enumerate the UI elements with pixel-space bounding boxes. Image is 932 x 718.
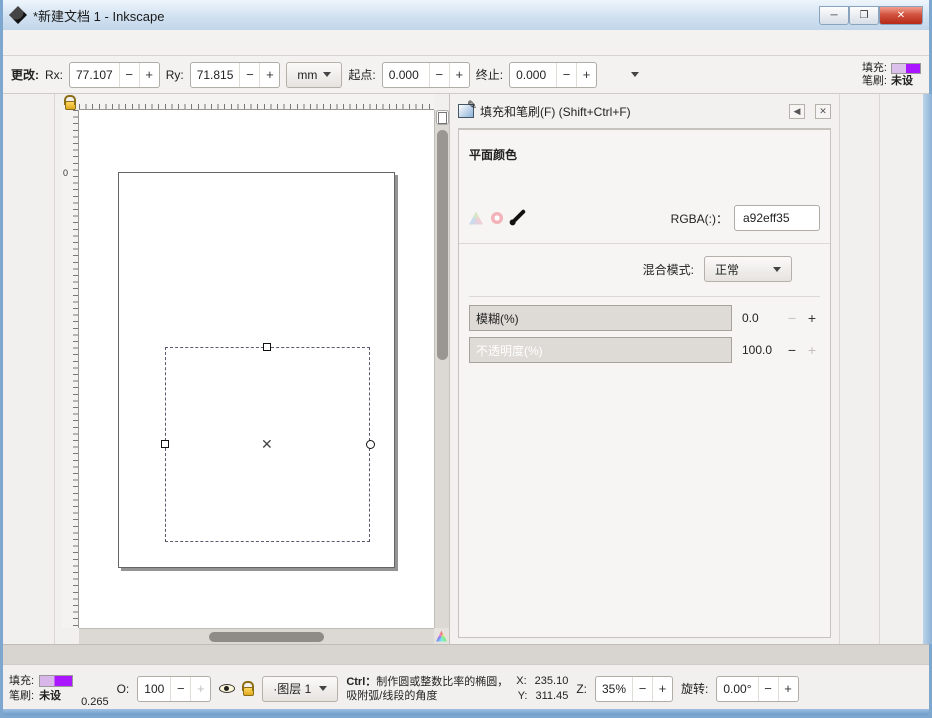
window-edge — [923, 94, 932, 644]
change-label: 更改: — [11, 66, 39, 83]
start-minus-button[interactable]: − — [429, 63, 449, 87]
start-plus-button[interactable]: + — [449, 63, 469, 87]
vertical-scroll-thumb[interactable] — [437, 130, 448, 360]
drawing-canvas[interactable]: ✕ — [79, 110, 434, 628]
end-plus-button[interactable]: + — [576, 63, 596, 87]
color-wheel-icon[interactable] — [469, 212, 483, 225]
ellipse-shape[interactable] — [146, 243, 294, 315]
vertical-scrollbar[interactable] — [434, 110, 449, 628]
window-edge — [3, 709, 929, 715]
maximize-button[interactable]: ❐ — [849, 6, 879, 25]
opacity-label: O: — [117, 682, 130, 696]
unit-dropdown[interactable]: mm — [286, 62, 342, 88]
rx-plus-button[interactable]: + — [139, 63, 159, 87]
guide-lock-icon[interactable] — [62, 94, 79, 110]
fill-stroke-dialog: 填充和笔刷(F) (Shift+Ctrl+F) ◀ ✕ 平面颜色 — [449, 94, 839, 644]
opacity-plus-button[interactable]: + — [190, 677, 210, 701]
canvas-area: 0 ✕ — [56, 94, 449, 644]
cursor-coordinates: X:235.10 Y:311.45 — [516, 674, 568, 704]
resize-handle-top[interactable] — [263, 343, 271, 351]
toolbar-overflow-icon[interactable] — [631, 72, 639, 77]
color-swatch-icon[interactable] — [491, 212, 503, 224]
dialog-close-button[interactable]: ✕ — [815, 104, 831, 119]
commands-bar — [839, 94, 879, 644]
zoom-label: Z: — [576, 682, 587, 696]
window-title: *新建文档 1 - Inkscape — [33, 6, 165, 25]
arc-handle-right[interactable] — [366, 440, 375, 449]
rotation-spinbox[interactable]: 0.00° − + — [716, 676, 798, 702]
opacity-value: 100.0 — [736, 343, 780, 357]
status-fill-swatch — [39, 675, 73, 687]
rotate-plus-button[interactable]: + — [778, 677, 798, 701]
vertical-ruler[interactable]: 0 — [62, 110, 79, 628]
dialog-title: 填充和笔刷(F) (Shift+Ctrl+F) — [480, 103, 631, 120]
start-spinbox[interactable]: 0.000 − + — [382, 62, 470, 88]
flat-color-label: 平面颜色 — [469, 146, 820, 163]
color-palette — [3, 644, 929, 664]
ry-label: Ry: — [166, 68, 184, 82]
resize-handle-left[interactable] — [161, 440, 169, 448]
rgba-label: RGBA(:)： — [671, 210, 728, 227]
ry-spinbox[interactable]: 71.815 − + — [190, 62, 281, 88]
blur-minus-button[interactable]: − — [784, 310, 800, 326]
rotate-minus-button[interactable]: − — [758, 677, 778, 701]
blur-plus-button[interactable]: + — [804, 310, 820, 326]
title-bar[interactable]: *新建文档 1 - Inkscape ─ ❐ ✕ — [3, 0, 929, 30]
center-mark: ✕ — [261, 436, 273, 453]
object-opacity-spinbox[interactable]: 100 − + — [137, 676, 211, 702]
zoom-minus-button[interactable]: − — [632, 677, 652, 701]
toolbox — [5, 94, 55, 644]
rx-minus-button[interactable]: − — [119, 63, 139, 87]
page-icon — [438, 112, 447, 124]
cms-toggle-button[interactable] — [434, 628, 449, 644]
end-spinbox[interactable]: 0.000 − + — [509, 62, 597, 88]
blur-slider[interactable]: 模糊(%) — [469, 305, 732, 331]
layer-lock-icon[interactable] — [243, 687, 254, 696]
status-bar: 填充: 笔刷:未设 0.265 O: 100 − + ·图层 1 Ctrl：制作… — [3, 664, 929, 712]
tool-options-bar: 更改: Rx: 77.107 − + Ry: 71.815 − + mm 起点:… — [3, 56, 929, 94]
fill-stroke-indicator[interactable]: 填充: 笔刷:未设 — [862, 62, 921, 88]
ry-minus-button[interactable]: − — [239, 63, 259, 87]
opacity-minus-button[interactable]: − — [784, 342, 800, 358]
blend-mode-dropdown[interactable]: 正常 — [704, 256, 792, 282]
color-managed-icon — [436, 631, 447, 642]
layer-dropdown[interactable]: ·图层 1 — [262, 676, 338, 702]
zoom-spinbox[interactable]: 35% − + — [595, 676, 673, 702]
chevron-down-icon — [323, 72, 331, 77]
eyedropper-icon[interactable] — [512, 209, 526, 223]
fill-stroke-dialog-icon — [458, 104, 474, 118]
scroll-corner-button[interactable] — [436, 110, 449, 125]
chevron-down-icon — [773, 267, 781, 272]
ry-plus-button[interactable]: + — [259, 63, 279, 87]
snap-controls-bar — [879, 94, 923, 644]
inkscape-logo-icon — [9, 6, 27, 24]
layer-visibility-icon[interactable] — [219, 684, 235, 693]
zoom-plus-button[interactable]: + — [652, 677, 672, 701]
blur-value: 0.0 — [736, 311, 780, 325]
status-hint: Ctrl：制作圆或整数比率的椭圆， 吸附弧/线段的角度 — [346, 675, 508, 703]
start-label: 起点: — [348, 66, 375, 83]
rotate-label: 旋转: — [681, 680, 708, 697]
minimize-button[interactable]: ─ — [819, 6, 849, 25]
end-label: 终止: — [476, 66, 503, 83]
opacity-minus-button[interactable]: − — [170, 677, 190, 701]
menu-bar — [3, 30, 929, 56]
close-button[interactable]: ✕ — [879, 6, 923, 25]
fill-swatch — [891, 63, 921, 74]
opacity-plus-button[interactable]: + — [804, 342, 820, 358]
rgba-input[interactable]: a92eff35 — [734, 205, 820, 231]
rx-label: Rx: — [45, 68, 63, 82]
opacity-slider[interactable]: 不透明度(%) — [469, 337, 732, 363]
status-fill-stroke[interactable]: 填充: 笔刷:未设 — [9, 674, 73, 704]
dock-button[interactable]: ◀ — [789, 104, 805, 119]
horizontal-scrollbar[interactable] — [79, 628, 434, 644]
horizontal-scroll-thumb[interactable] — [209, 632, 324, 642]
chevron-down-icon — [319, 686, 327, 691]
inkscape-window: *新建文档 1 - Inkscape ─ ❐ ✕ 更改: Rx: 77.107 … — [0, 0, 932, 718]
blend-mode-label: 混合模式: — [643, 261, 694, 278]
horizontal-ruler[interactable] — [79, 94, 434, 110]
rx-spinbox[interactable]: 77.107 − + — [69, 62, 160, 88]
end-minus-button[interactable]: − — [556, 63, 576, 87]
